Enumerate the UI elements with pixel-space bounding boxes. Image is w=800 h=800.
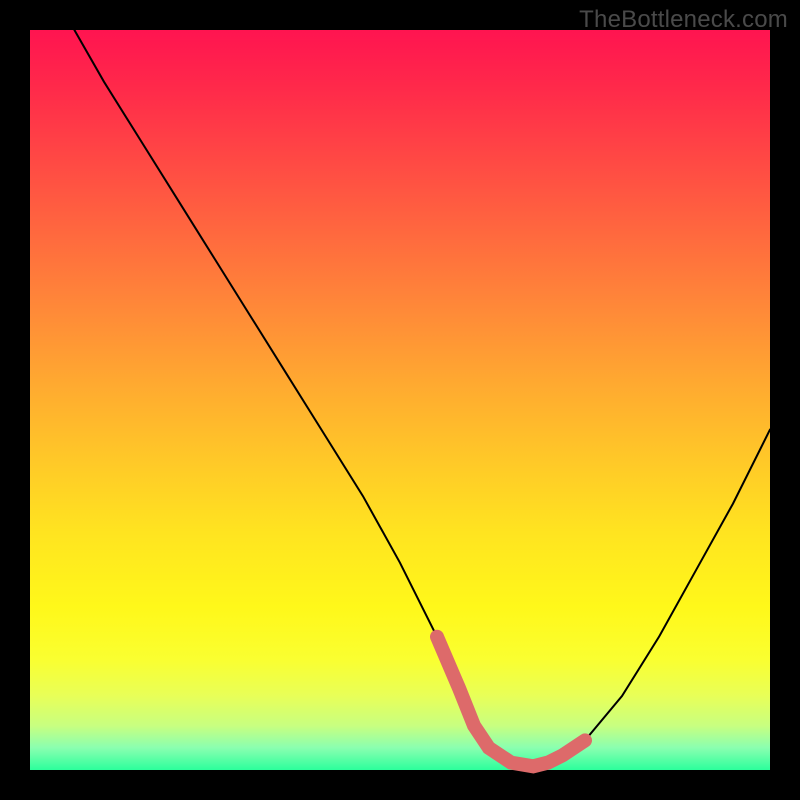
trough-highlight: [437, 637, 585, 767]
bottleneck-curve: [74, 30, 770, 766]
chart-svg: [30, 30, 770, 770]
chart-frame: TheBottleneck.com: [0, 0, 800, 800]
plot-area: [30, 30, 770, 770]
